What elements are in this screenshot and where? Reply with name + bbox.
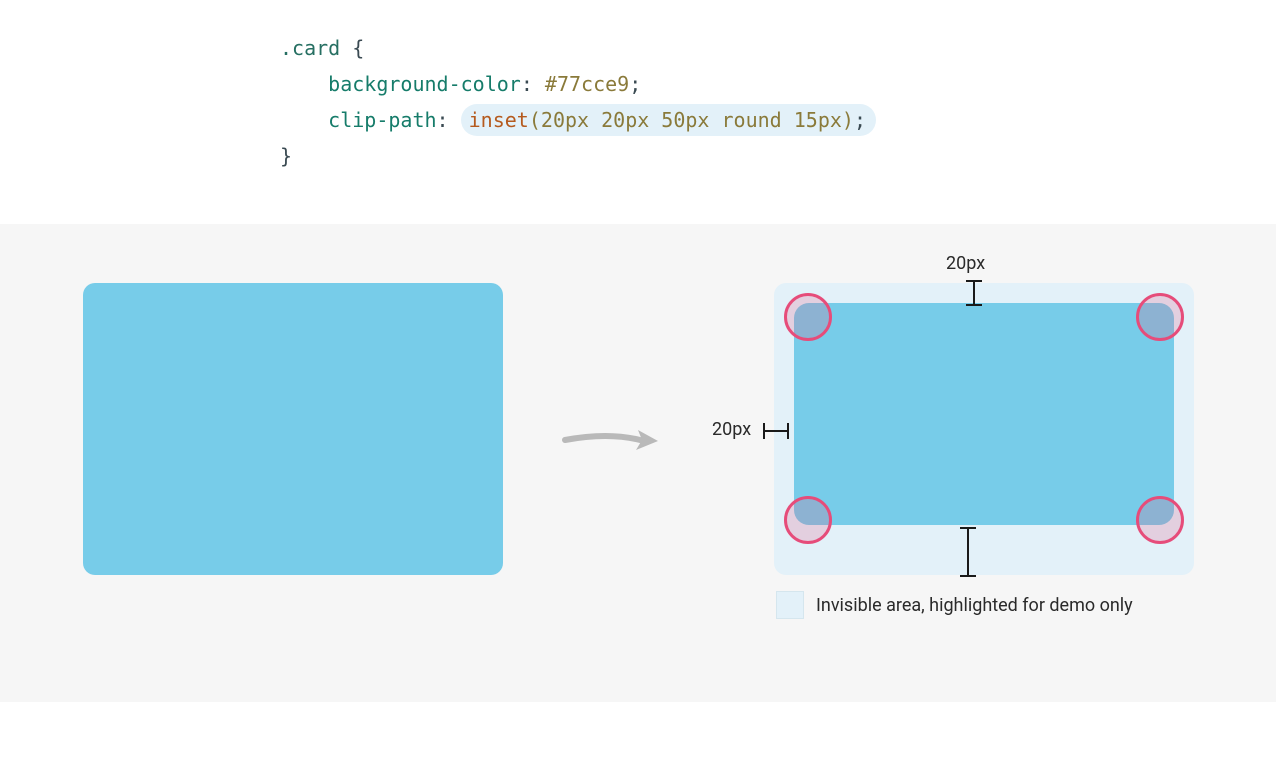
code-semi-1: ; — [629, 72, 641, 96]
code-clip-fn: inset — [469, 108, 529, 132]
code-highlight: inset(20px 20px 50px round 15px); — [461, 104, 876, 136]
code-colon-2: : — [437, 108, 449, 132]
card-before — [83, 283, 503, 575]
demo-area: 20px 20px 50px Invisible area, highlight… — [0, 224, 1276, 702]
card-after-inner — [794, 303, 1174, 525]
code-bg-prop: background-color — [328, 72, 521, 96]
corner-marker-bottom-right — [1136, 496, 1184, 544]
code-close-brace: } — [280, 144, 292, 168]
code-line-2: background-color: #77cce9; — [280, 66, 1276, 102]
code-clip-prop: clip-path — [328, 108, 436, 132]
code-semi-2: ; — [854, 108, 866, 132]
code-line-4: } — [280, 138, 1276, 174]
code-colon-1: : — [521, 72, 533, 96]
dimension-bar-bottom — [958, 526, 978, 578]
dimension-label-top: 20px — [946, 253, 985, 274]
dimension-bar-left — [762, 421, 790, 441]
legend-swatch — [776, 591, 804, 619]
legend: Invisible area, highlighted for demo onl… — [776, 591, 1133, 619]
dimension-label-left: 20px — [712, 419, 751, 440]
dimension-bar-top — [964, 279, 984, 307]
code-line-3: clip-path: inset(20px 20px 50px round 15… — [280, 102, 1276, 138]
corner-marker-bottom-left — [784, 496, 832, 544]
corner-marker-top-right — [1136, 293, 1184, 341]
code-selector: .card — [280, 36, 340, 60]
code-bg-val: #77cce9 — [545, 72, 629, 96]
card-after-outer — [774, 283, 1194, 575]
code-clip-args: (20px 20px 50px round 15px) — [529, 108, 854, 132]
legend-text: Invisible area, highlighted for demo onl… — [816, 595, 1133, 616]
code-block: .card { background-color: #77cce9; clip-… — [0, 0, 1276, 224]
code-line-1: .card { — [280, 30, 1276, 66]
code-open-brace: { — [352, 36, 364, 60]
arrow-icon — [560, 420, 660, 460]
corner-marker-top-left — [784, 293, 832, 341]
